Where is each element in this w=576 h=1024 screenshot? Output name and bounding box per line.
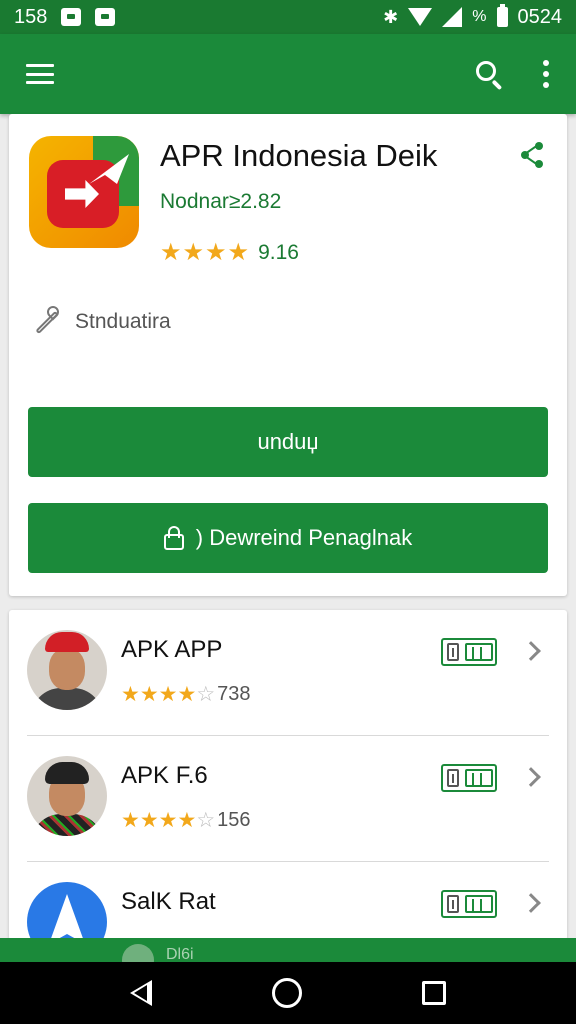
app-category: Stnduatira: [29, 303, 171, 338]
bluetooth-icon: ✱: [383, 6, 399, 27]
back-icon[interactable]: [130, 980, 152, 1006]
rating-count: 738: [217, 683, 251, 705]
chevron-right-icon[interactable]: [521, 767, 541, 787]
list-item-title: APK F.6: [121, 762, 208, 789]
chevron-right-icon[interactable]: [521, 641, 541, 661]
search-icon[interactable]: [474, 59, 504, 91]
status-time-left: 158: [14, 5, 48, 28]
rating-empty-star: ☆: [196, 809, 216, 832]
install-badge-icon[interactable]: [441, 764, 497, 792]
app-bar: [0, 34, 576, 114]
image-notification-icon: [61, 8, 82, 26]
percent-label: %: [472, 8, 487, 25]
rating-stars: ★★★★: [121, 809, 197, 832]
install-button[interactable]: unduџ: [28, 407, 548, 477]
wifi-icon: [408, 8, 433, 26]
rating-count: 156: [217, 809, 251, 831]
list-item[interactable]: SalK Rat: [9, 862, 567, 940]
related-apps-list: APK APP ★★★★ ☆ 738 APK F.6 ★★★★ ☆ 156 Sa…: [9, 610, 567, 940]
list-item-rating: ★★★★ ☆ 738: [121, 682, 251, 707]
rating-count: 9.16: [258, 240, 299, 264]
list-item-title: SalK Rat: [121, 888, 216, 915]
status-clock: 0524: [517, 5, 563, 28]
rating-stars: ★★★★: [160, 239, 251, 266]
rating-stars: ★★★★: [121, 683, 197, 706]
recent-apps-icon[interactable]: [422, 981, 446, 1005]
app-peek-icon: [122, 944, 154, 962]
secondary-download-button[interactable]: ) Dewreind Penaglnak: [28, 503, 548, 573]
bottom-bar: Dl6i: [0, 938, 576, 962]
secondary-button-label: ) Dewreind Penaglnak: [195, 525, 413, 550]
signal-icon: [442, 7, 463, 27]
wrench-icon: [29, 303, 62, 338]
app-logo-icon: [29, 136, 139, 248]
battery-icon: [496, 4, 508, 27]
status-bar: 158 ✱ % 0524: [0, 0, 576, 34]
list-item[interactable]: APK APP ★★★★ ☆ 738: [9, 610, 567, 736]
rating-empty-star: ☆: [196, 683, 216, 706]
more-vertical-icon[interactable]: [542, 60, 550, 88]
install-badge-icon[interactable]: [441, 638, 497, 666]
install-badge-icon[interactable]: [441, 890, 497, 918]
message-notification-icon: [95, 8, 116, 26]
category-label: Stnduatira: [75, 310, 171, 333]
app-title: APR Indonesia Deik: [160, 138, 438, 173]
avatar: [27, 630, 107, 710]
hamburger-menu-icon[interactable]: [26, 64, 54, 84]
blue-arrow-logo-icon: [27, 882, 107, 940]
home-icon[interactable]: [272, 978, 302, 1008]
avatar: [27, 756, 107, 836]
chevron-right-icon[interactable]: [521, 893, 541, 913]
share-icon[interactable]: [521, 142, 545, 168]
list-item-rating: ★★★★ ☆ 156: [121, 808, 251, 833]
install-button-label: unduџ: [257, 429, 319, 454]
lock-icon: [163, 526, 184, 550]
system-nav-bar: [0, 962, 576, 1024]
app-developer[interactable]: Nodnar≥2.82: [160, 190, 281, 214]
list-item-title: APK APP: [121, 636, 223, 663]
app-detail-card: APR Indonesia Deik Nodnar≥2.82 ★★★★ 9.16…: [9, 114, 567, 596]
app-rating: ★★★★ 9.16: [160, 238, 299, 267]
list-item[interactable]: APK F.6 ★★★★ ☆ 156: [9, 736, 567, 862]
bottom-peek-text: Dl6i: [166, 946, 194, 962]
